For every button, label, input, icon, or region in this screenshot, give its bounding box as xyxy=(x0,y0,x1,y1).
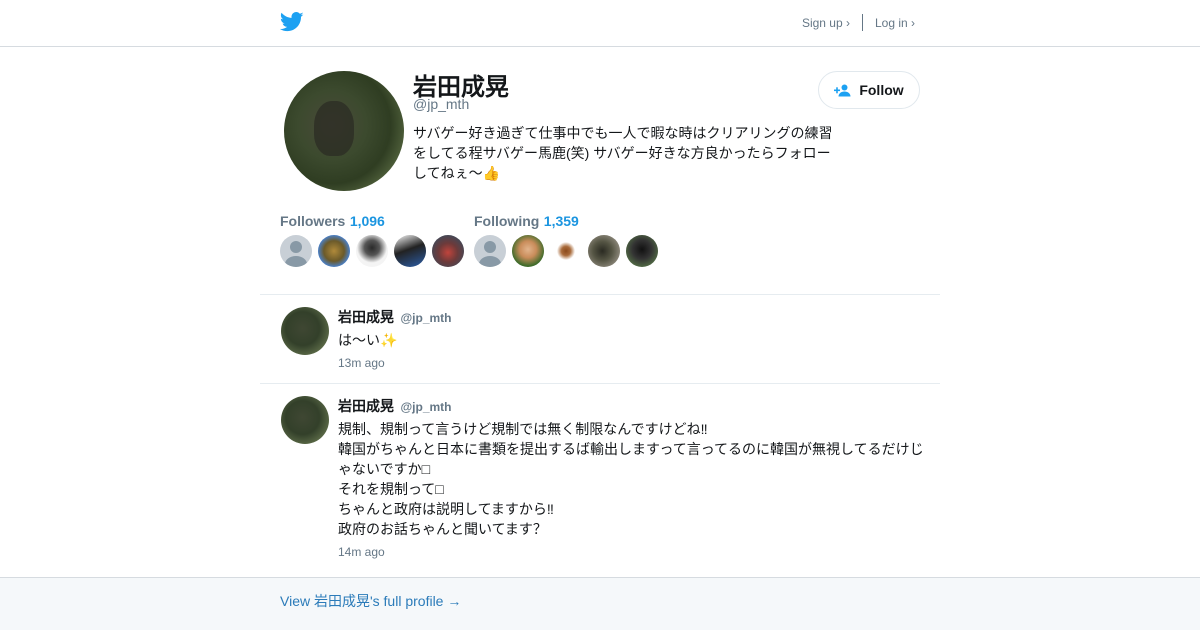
following-avatar[interactable] xyxy=(512,235,544,267)
tweet-header: 岩田成晃 @jp_mth xyxy=(338,396,452,416)
tweet-author-handle[interactable]: @jp_mth xyxy=(400,311,451,325)
following-count: 1,359 xyxy=(543,213,579,229)
tweet-header: 岩田成晃 @jp_mth xyxy=(338,307,452,327)
footer-bar: View 岩田成晃's full profile → xyxy=(0,577,1200,630)
follower-avatar[interactable] xyxy=(356,235,388,267)
tweet-text: は〜い✨ xyxy=(338,332,398,348)
following-stat[interactable]: Following 1,359 xyxy=(474,213,579,231)
follow-label: Follow xyxy=(859,82,904,98)
followers-stat[interactable]: Followers 1,096 xyxy=(280,213,385,231)
followers-avatars xyxy=(280,235,464,267)
follower-avatar[interactable] xyxy=(280,235,312,267)
following-avatar[interactable] xyxy=(588,235,620,267)
profile-handle: @jp_mth xyxy=(413,96,470,112)
top-bar: Sign up › Log in › xyxy=(0,0,1200,47)
tweet-avatar[interactable] xyxy=(281,396,329,444)
tweet-timestamp[interactable]: 13m ago xyxy=(338,356,385,370)
tweet-text: 規制、規制って言うけど規制では無く制限なんですけどね‼ 韓国がちゃんと日本に書類… xyxy=(338,421,924,537)
follower-avatar[interactable] xyxy=(318,235,350,267)
tweet-item: 岩田成晃 @jp_mth は〜い✨ 13m ago xyxy=(260,295,940,383)
tweet-timestamp[interactable]: 14m ago xyxy=(338,545,385,559)
tweet-author-name[interactable]: 岩田成晃 xyxy=(338,309,394,325)
following-label: Following xyxy=(474,213,540,229)
profile-bio: サバゲー好き過ぎて仕事中でも一人で暇な時はクリアリングの練習をしてる程サバゲー馬… xyxy=(413,125,833,181)
log-in-link[interactable]: Log in › xyxy=(875,16,915,30)
sign-up-link[interactable]: Sign up › xyxy=(802,16,850,30)
auth-links: Sign up › Log in › xyxy=(802,14,915,31)
followers-label: Followers xyxy=(280,213,346,229)
following-avatar[interactable] xyxy=(550,235,582,267)
follower-avatar[interactable] xyxy=(432,235,464,267)
twitter-bird-icon[interactable] xyxy=(280,11,304,33)
full-profile-link[interactable]: View 岩田成晃's full profile → xyxy=(280,591,461,611)
auth-divider xyxy=(861,14,863,31)
follower-avatar[interactable] xyxy=(394,235,426,267)
tweet-author-handle[interactable]: @jp_mth xyxy=(400,400,451,414)
following-avatar[interactable] xyxy=(626,235,658,267)
add-user-icon xyxy=(834,84,851,96)
tweet-avatar[interactable] xyxy=(281,307,329,355)
tweet-author-name[interactable]: 岩田成晃 xyxy=(338,398,394,414)
tweet-item: 岩田成晃 @jp_mth 規制、規制って言うけど規制では無く制限なんですけどね‼… xyxy=(260,384,940,574)
profile-avatar[interactable] xyxy=(284,71,404,191)
following-avatars xyxy=(474,235,658,267)
following-avatar[interactable] xyxy=(474,235,506,267)
follow-button[interactable]: Follow xyxy=(818,71,920,109)
profile-stats: Followers 1,096 Following 1,359 xyxy=(280,213,920,273)
followers-count: 1,096 xyxy=(349,213,385,229)
